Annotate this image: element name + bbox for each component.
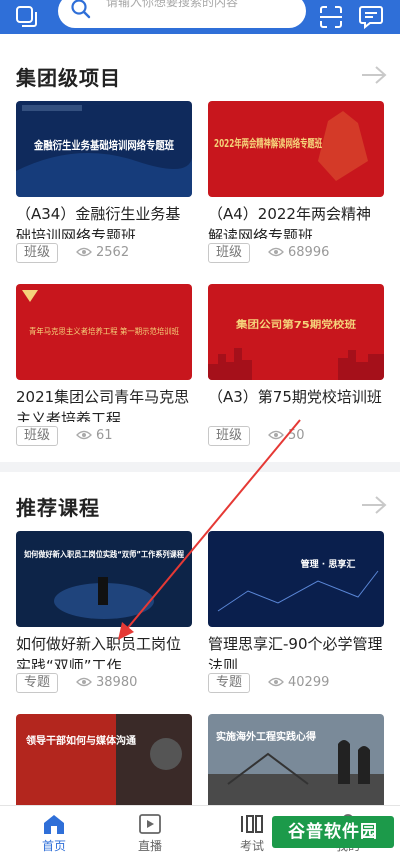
category-tag: 班级 xyxy=(208,243,251,263)
course-thumbnail: 领导干部如何与媒体沟通 xyxy=(16,714,192,805)
group-projects-section: 集团级项目 金融衍生业务基础培训网络专题班 （A34）金融衍生业务基础培训网络专… xyxy=(0,34,400,454)
course-title: （A4）2022年两会精神解读网络专题班 xyxy=(208,205,371,239)
nav-live[interactable]: 直播 xyxy=(120,812,180,854)
course-thumbnail: 如何做好新入职员工岗位实践“双师”工作系列课程 xyxy=(16,531,192,627)
view-count: 38980 xyxy=(76,673,137,693)
eye-icon xyxy=(268,247,284,257)
category-tag: 班级 xyxy=(16,243,59,263)
recommended-courses-section: 推荐课程 如何做好新入职员工岗位实践“双师”工作系列课程 如何做好新入职员工岗位… xyxy=(0,472,400,805)
message-icon[interactable] xyxy=(358,4,384,30)
top-header: 请输入你想要搜索的内容 xyxy=(0,0,400,34)
view-count: 68996 xyxy=(268,243,329,263)
course-thumbnail: 2022年两会精神解读网络专题班 xyxy=(208,101,384,197)
copy-icon[interactable] xyxy=(14,4,40,30)
category-tag: 班级 xyxy=(16,426,59,446)
exam-icon xyxy=(241,815,263,833)
thumb-caption: 领导干部如何与媒体沟通 xyxy=(26,734,136,747)
section-divider xyxy=(0,462,400,472)
section-title: 集团级项目 xyxy=(16,66,121,90)
course-title: 2021集团公司青年马克思主义者培养工程 xyxy=(16,388,190,422)
thumb-caption: 集团公司第75期党校班 xyxy=(235,318,356,331)
course-title: （A3）第75期党校培训班 xyxy=(208,388,382,406)
eye-icon xyxy=(76,677,92,687)
category-tag: 专题 xyxy=(16,673,59,693)
arrow-right-icon[interactable] xyxy=(360,64,388,86)
search-placeholder: 请输入你想要搜索的内容 xyxy=(106,0,239,9)
view-count: 61 xyxy=(76,426,113,446)
course-card[interactable]: 实施海外工程实践心得 xyxy=(208,714,384,805)
live-icon xyxy=(139,814,161,834)
search-icon xyxy=(71,0,91,19)
course-card[interactable]: 2022年两会精神解读网络专题班 （A4）2022年两会精神解读网络专题班 班级… xyxy=(208,101,384,269)
category-tag: 班级 xyxy=(208,426,251,446)
scan-icon[interactable] xyxy=(318,4,344,30)
arrow-right-icon[interactable] xyxy=(360,494,388,516)
course-card[interactable]: 如何做好新入职员工岗位实践“双师”工作系列课程 如何做好新入职员工岗位实践“双师… xyxy=(16,531,192,699)
thumb-caption: 管理 · 思享汇 xyxy=(301,558,356,570)
course-title: 如何做好新入职员工岗位实践“双师”工作 xyxy=(16,635,182,669)
thumb-caption: 青年马克思主义者培养工程 第一期示范培训班 xyxy=(29,326,179,336)
course-thumbnail: 实施海外工程实践心得 xyxy=(208,714,384,805)
course-card[interactable]: 管理 · 思享汇 管理思享汇-90个必学管理法则 专题 40299 xyxy=(208,531,384,699)
course-title: （A34）金融衍生业务基础培训网络专题班 xyxy=(16,205,181,239)
thumb-caption: 如何做好新入职员工岗位实践“双师”工作系列课程 xyxy=(24,549,184,559)
site-watermark: 谷普软件园 xyxy=(272,816,394,848)
view-count: 40299 xyxy=(268,673,329,693)
category-tag: 专题 xyxy=(208,673,251,693)
course-card[interactable]: 集团公司第75期党校班 （A3）第75期党校培训班 班级 50 xyxy=(208,284,384,452)
view-count: 50 xyxy=(268,426,305,446)
thumb-caption: 2022年两会精神解读网络专题班 xyxy=(214,136,322,150)
thumb-caption: 实施海外工程实践心得 xyxy=(216,730,316,743)
eye-icon xyxy=(76,247,92,257)
eye-icon xyxy=(76,430,92,440)
eye-icon xyxy=(268,677,284,687)
home-icon xyxy=(44,815,64,834)
course-thumbnail: 金融衍生业务基础培训网络专题班 xyxy=(16,101,192,197)
course-thumbnail: 青年马克思主义者培养工程 第一期示范培训班 xyxy=(16,284,192,380)
course-card[interactable]: 金融衍生业务基础培训网络专题班 （A34）金融衍生业务基础培训网络专题班 班级 … xyxy=(16,101,192,269)
section-title: 推荐课程 xyxy=(16,496,100,520)
nav-home[interactable]: 首页 xyxy=(24,812,84,854)
thumb-caption: 金融衍生业务基础培训网络专题班 xyxy=(33,138,174,152)
view-count: 2562 xyxy=(76,243,129,263)
course-card[interactable]: 领导干部如何与媒体沟通 xyxy=(16,714,192,805)
course-card[interactable]: 青年马克思主义者培养工程 第一期示范培训班 2021集团公司青年马克思主义者培养… xyxy=(16,284,192,452)
search-input[interactable]: 请输入你想要搜索的内容 xyxy=(58,0,306,28)
course-title: 管理思享汇-90个必学管理法则 xyxy=(208,635,383,669)
course-thumbnail: 管理 · 思享汇 xyxy=(208,531,384,627)
eye-icon xyxy=(268,430,284,440)
course-thumbnail: 集团公司第75期党校班 xyxy=(208,284,384,380)
